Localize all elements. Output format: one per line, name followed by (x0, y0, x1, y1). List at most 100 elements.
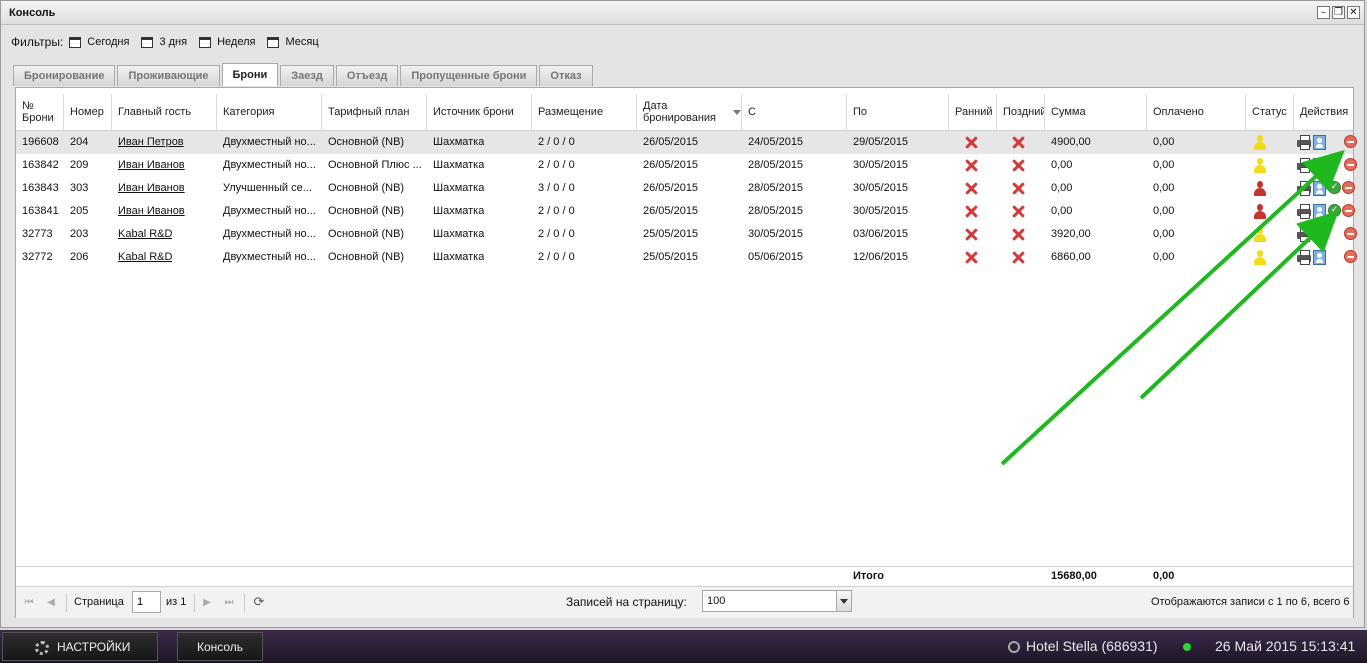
filter-3-days[interactable]: 3 дня (141, 36, 187, 48)
cell-category: Двухместный но... (223, 159, 316, 171)
calendar-icon (141, 36, 154, 48)
row-actions (1297, 227, 1357, 243)
table-row[interactable]: 163842 209 Иван Иванов Двухместный но... Осн… (16, 154, 1357, 177)
col-sum[interactable]: Сумма (1045, 94, 1147, 130)
guest-card-icon[interactable] (1313, 135, 1326, 150)
cell-tariff: Основной Плюс ... (328, 159, 422, 171)
page-of-label: из 1 (166, 596, 187, 608)
cell-num: 32773 (22, 228, 53, 240)
totals-row: Итого 15680,00 0,00 (16, 566, 1353, 586)
cell-paid: 0,00 (1153, 136, 1175, 148)
cell-guest[interactable]: Иван Иванов (112, 200, 185, 223)
table-row[interactable]: 163841 205 Иван Иванов Двухместный но... Осн… (16, 200, 1355, 223)
guest-card-icon[interactable] (1313, 250, 1326, 265)
filter-month[interactable]: Месяц (267, 36, 319, 48)
guest-card-icon[interactable] (1313, 227, 1326, 242)
minimize-icon[interactable]: – (1317, 6, 1330, 19)
col-tariff[interactable]: Тарифный план (322, 94, 427, 130)
tab-checkout[interactable]: Отъезд (335, 65, 399, 86)
cell-booked: 25/05/2015 (643, 251, 699, 263)
cell-num: 196608 (22, 136, 59, 148)
cell-guest[interactable]: Иван Петров (112, 131, 184, 154)
print-icon[interactable] (1297, 135, 1312, 150)
cell-category: Двухместный но... (223, 205, 316, 217)
tab-checkin[interactable]: Заезд (280, 65, 334, 86)
cell-sum: 0,00 (1051, 182, 1073, 194)
cancel-booking-icon[interactable] (1344, 227, 1357, 240)
col-booked[interactable]: Дата бронирования (637, 94, 742, 130)
col-early[interactable]: Ранний з (949, 94, 997, 130)
cancel-booking-icon[interactable] (1344, 135, 1357, 148)
cell-from: 05/06/2015 (748, 251, 804, 263)
cell-booked: 26/05/2015 (643, 136, 699, 148)
filter-today[interactable]: Сегодня (69, 36, 129, 48)
cell-to: 03/06/2015 (853, 228, 909, 240)
cell-from: 28/05/2015 (748, 205, 804, 217)
last-page-icon[interactable]: ⏭ (222, 596, 236, 610)
cell-room: 204 (70, 136, 89, 148)
tab-missed[interactable]: Пропущенные брони (400, 65, 538, 86)
refresh-icon[interactable]: ⟳ (252, 596, 266, 610)
print-icon[interactable] (1297, 250, 1312, 265)
cell-placement: 2 / 0 / 0 (538, 205, 575, 217)
restore-icon[interactable]: ❐ (1332, 6, 1345, 19)
pager-separator (66, 594, 67, 612)
cell-guest[interactable]: Kabal R&D (112, 223, 172, 246)
console-window: Консоль – ❐ ✕ Фильтры: Сегодня 3 дня Нед… (0, 0, 1365, 628)
next-page-icon[interactable]: ▶ (200, 596, 214, 610)
first-page-icon[interactable]: ⏮ (22, 596, 36, 610)
cancel-booking-icon[interactable] (1344, 158, 1357, 171)
checkin-icon[interactable]: ✓ (1328, 181, 1341, 194)
tab-refusal[interactable]: Отказ (539, 65, 593, 86)
window-titlebar[interactable]: Консоль (1, 1, 1364, 25)
chevron-down-icon[interactable] (836, 591, 851, 611)
col-to[interactable]: По (847, 94, 949, 130)
tab-bookings[interactable]: Бронирование (13, 65, 116, 86)
guest-card-icon[interactable] (1313, 158, 1326, 173)
tab-reservations[interactable]: Брони (221, 63, 279, 86)
cancel-booking-icon[interactable] (1344, 250, 1357, 263)
col-from[interactable]: С (742, 94, 847, 130)
table-row[interactable]: 163843 303 Иван Иванов Улучшенный се... Осно… (16, 177, 1355, 200)
guest-card-icon[interactable] (1313, 181, 1326, 196)
hotel-name: Hotel Stella (686931) (1008, 630, 1158, 663)
console-taskbar-button[interactable]: Консоль (177, 632, 263, 661)
tab-residents[interactable]: Проживающие (117, 65, 220, 86)
cell-guest[interactable]: Иван Иванов (112, 154, 185, 177)
print-icon[interactable] (1297, 227, 1312, 242)
print-icon[interactable] (1297, 204, 1312, 219)
table-row[interactable]: 196608 204 Иван Петров Двухместный но... Осн… (16, 131, 1357, 154)
cell-guest[interactable]: Иван Иванов (112, 177, 185, 200)
table-row[interactable]: 32773 203 Kabal R&D Двухместный но... Основн… (16, 223, 1357, 246)
cell-guest[interactable]: Kabal R&D (112, 246, 172, 269)
col-source[interactable]: Источник брони (427, 94, 532, 130)
cancel-booking-icon[interactable] (1342, 204, 1355, 217)
col-placement[interactable]: Размещение (532, 94, 637, 130)
filter-week[interactable]: Неделя (199, 36, 255, 48)
cell-to: 29/05/2015 (853, 136, 909, 148)
checkin-icon[interactable]: ✓ (1328, 204, 1341, 217)
col-category[interactable]: Категория (217, 94, 322, 130)
print-icon[interactable] (1297, 158, 1312, 173)
settings-button[interactable]: НАСТРОЙКИ (2, 632, 158, 661)
cell-room: 209 (70, 159, 89, 171)
per-page-select[interactable]: 100 (702, 590, 852, 612)
col-status[interactable]: Статус (1246, 94, 1294, 130)
page-number-input[interactable] (132, 591, 161, 613)
guest-card-icon[interactable] (1313, 204, 1326, 219)
col-late[interactable]: Поздний (997, 94, 1045, 130)
col-actions[interactable]: Действия (1294, 94, 1353, 130)
cell-paid: 0,00 (1153, 159, 1175, 171)
guest-status-icon (1252, 158, 1268, 174)
late-checkout-icon (1012, 136, 1025, 149)
col-room[interactable]: Номер (64, 94, 112, 130)
col-guest[interactable]: Главный гость (112, 94, 217, 130)
totals-label: Итого (853, 570, 885, 582)
table-row[interactable]: 32772 206 Kabal R&D Двухместный но... Основн… (16, 246, 1357, 269)
cancel-booking-icon[interactable] (1342, 181, 1355, 194)
col-paid[interactable]: Оплачено (1147, 94, 1246, 130)
close-icon[interactable]: ✕ (1347, 6, 1360, 19)
col-num[interactable]: № Брони (16, 94, 64, 130)
prev-page-icon[interactable]: ◀ (44, 596, 58, 610)
print-icon[interactable] (1297, 181, 1312, 196)
